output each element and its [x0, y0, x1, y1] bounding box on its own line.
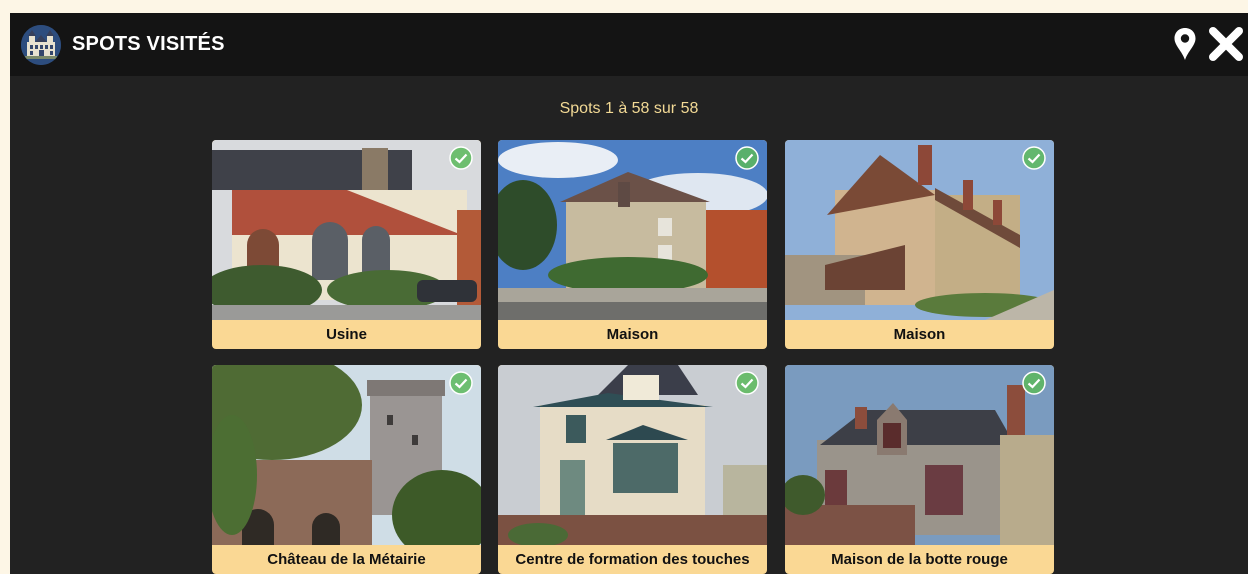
spot-card[interactable]: Maison [498, 140, 767, 349]
spot-card[interactable]: Usine [212, 140, 481, 349]
spot-label: Maison [893, 326, 946, 343]
visited-check-icon [449, 371, 473, 395]
spot-card[interactable]: Château de la Métairie [212, 365, 481, 574]
visited-check-icon [735, 371, 759, 395]
modal-header: SPOTS VISITÉS [10, 13, 1248, 76]
visited-check-icon [449, 146, 473, 170]
spot-label: Maison de la botte rouge [831, 551, 1008, 568]
close-icon[interactable] [1208, 26, 1244, 62]
visited-check-icon [1022, 146, 1046, 170]
spot-label: Usine [326, 326, 367, 343]
map-pin-icon[interactable] [1173, 27, 1197, 61]
spot-label: Château de la Métairie [267, 551, 426, 568]
spot-card[interactable]: Maison [785, 140, 1054, 349]
modal-title: SPOTS VISITÉS [72, 33, 225, 55]
spot-photo [212, 140, 481, 320]
spot-label: Maison [606, 326, 659, 343]
spot-photo [498, 140, 767, 320]
visited-check-icon [735, 146, 759, 170]
visited-spots-modal: SPOTS VISITÉS Spots 1 à 58 sur 58 Usine … [10, 13, 1248, 574]
spot-photo [212, 365, 481, 545]
spot-label: Centre de formation des touches [515, 551, 750, 568]
spot-card[interactable]: Maison de la botte rouge [785, 365, 1054, 574]
spot-photo [498, 365, 767, 545]
spot-photo [785, 140, 1054, 320]
spot-photo [785, 365, 1054, 545]
results-count: Spots 1 à 58 sur 58 [559, 100, 699, 117]
visited-check-icon [1022, 371, 1046, 395]
chateau-logo [21, 25, 61, 65]
spot-card[interactable]: Centre de formation des touches [498, 365, 767, 574]
